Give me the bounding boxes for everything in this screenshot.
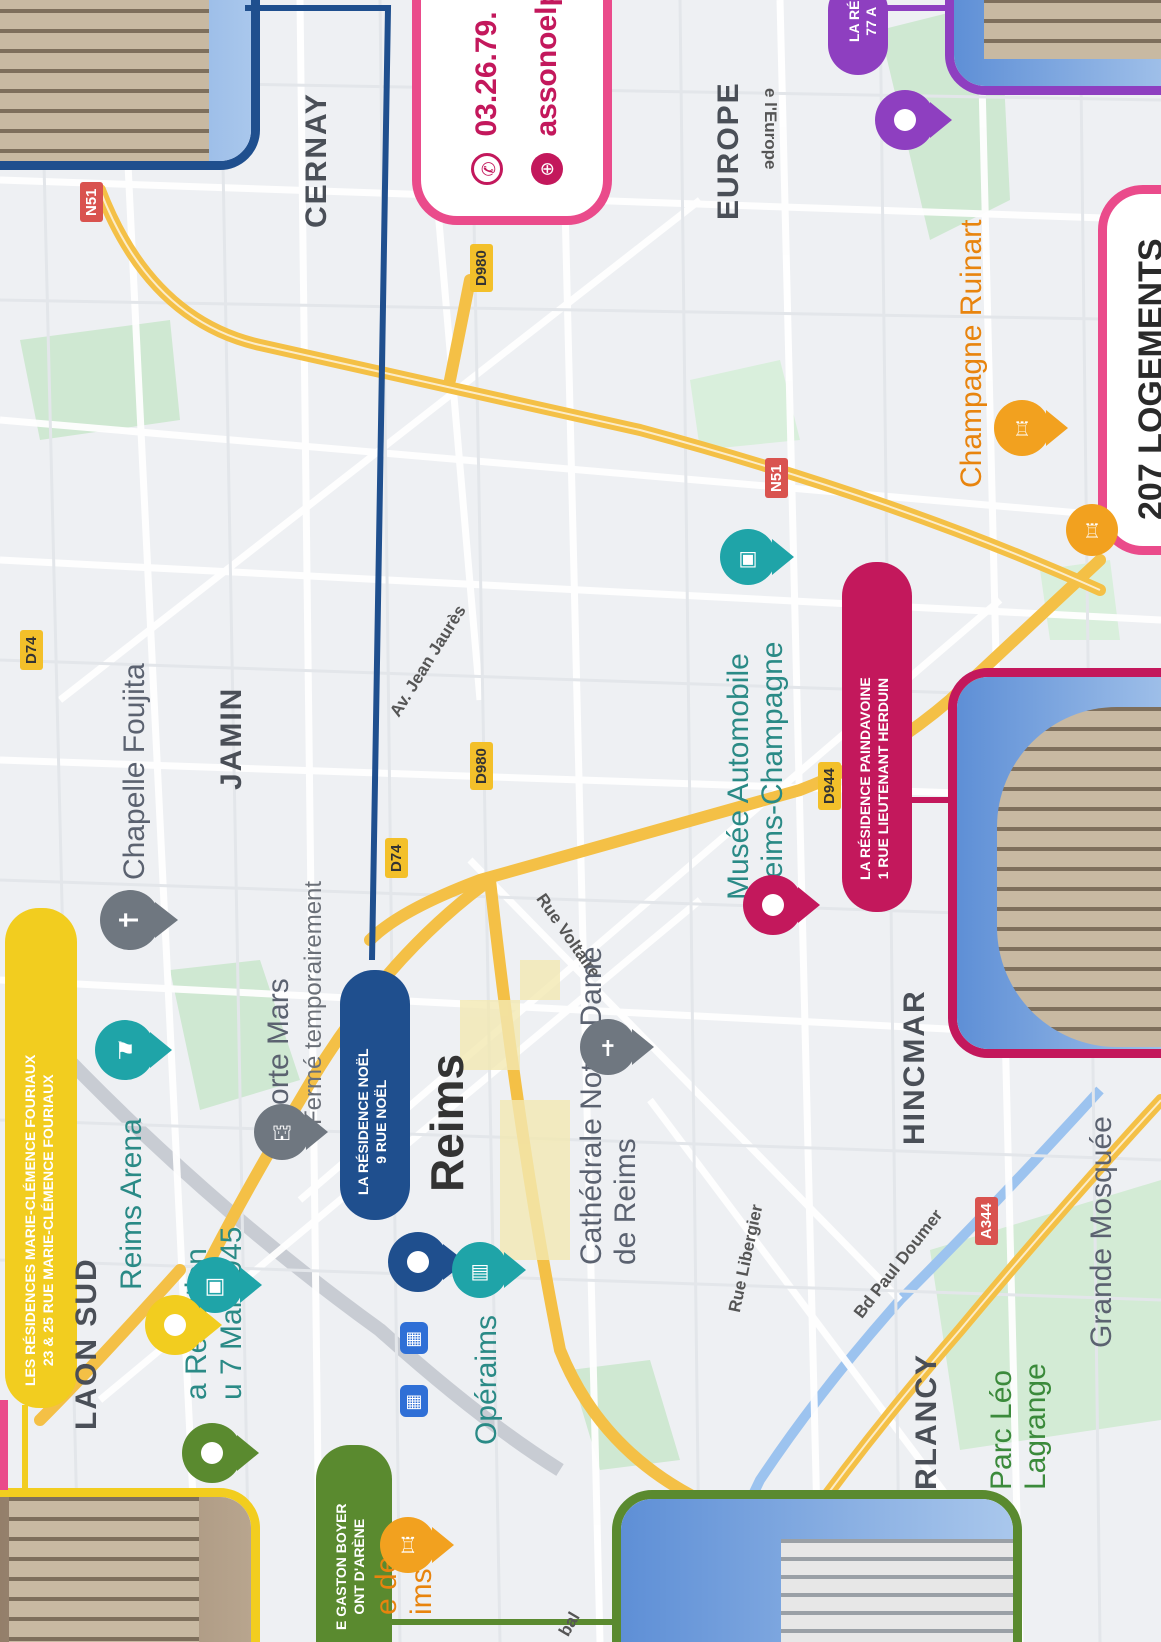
- pin-de-reims: ♖: [380, 1517, 454, 1573]
- svg-text:⛫: ⛫: [272, 1121, 292, 1146]
- svg-text:▤: ▤: [471, 1259, 490, 1283]
- svg-text:▣: ▣: [739, 546, 758, 570]
- pin-champagne-2: ♖: [1066, 504, 1118, 556]
- pin-musee-reims: ▣: [187, 1257, 262, 1313]
- pin-porte-mars: ⛫: [254, 1104, 328, 1160]
- pin-reims-arena: ⚑: [95, 1020, 172, 1080]
- transit-icon-1: ▦: [400, 1322, 428, 1354]
- svg-text:▦: ▦: [405, 1328, 422, 1349]
- svg-text:♖: ♖: [1013, 417, 1031, 441]
- svg-text:✝: ✝: [115, 909, 145, 931]
- transit-icon-2: ▦: [400, 1385, 428, 1417]
- pin-musee-automobile: ▣: [720, 529, 794, 585]
- svg-text:✝: ✝: [599, 1037, 617, 1062]
- pin-champagne-ruinart: ♖: [994, 400, 1068, 456]
- pin-magenta-residence: [743, 875, 820, 935]
- svg-text:⚑: ⚑: [114, 1037, 136, 1065]
- map-markers: ✝ ⚑ ⛫ ▣ ♖ ▤ ▦ ▦ ✝ ▣ ♖ ♖: [95, 90, 1118, 1573]
- pin-green-residence: [182, 1423, 259, 1483]
- pin-cathedrale: ✝: [580, 1019, 654, 1075]
- pin-operaims: ▤: [452, 1242, 526, 1298]
- svg-text:♖: ♖: [398, 1534, 418, 1559]
- svg-text:▦: ▦: [405, 1391, 422, 1412]
- pin-purple-residence: [875, 90, 952, 150]
- svg-text:▣: ▣: [205, 1274, 226, 1299]
- svg-text:♖: ♖: [1083, 519, 1101, 543]
- church-pin-chapelle: ✝: [100, 890, 178, 950]
- map-canvas[interactable]: ✆ 03.26.79. ⊕ assonoelp LA RÉ 77 A 207 L…: [0, 0, 1161, 1642]
